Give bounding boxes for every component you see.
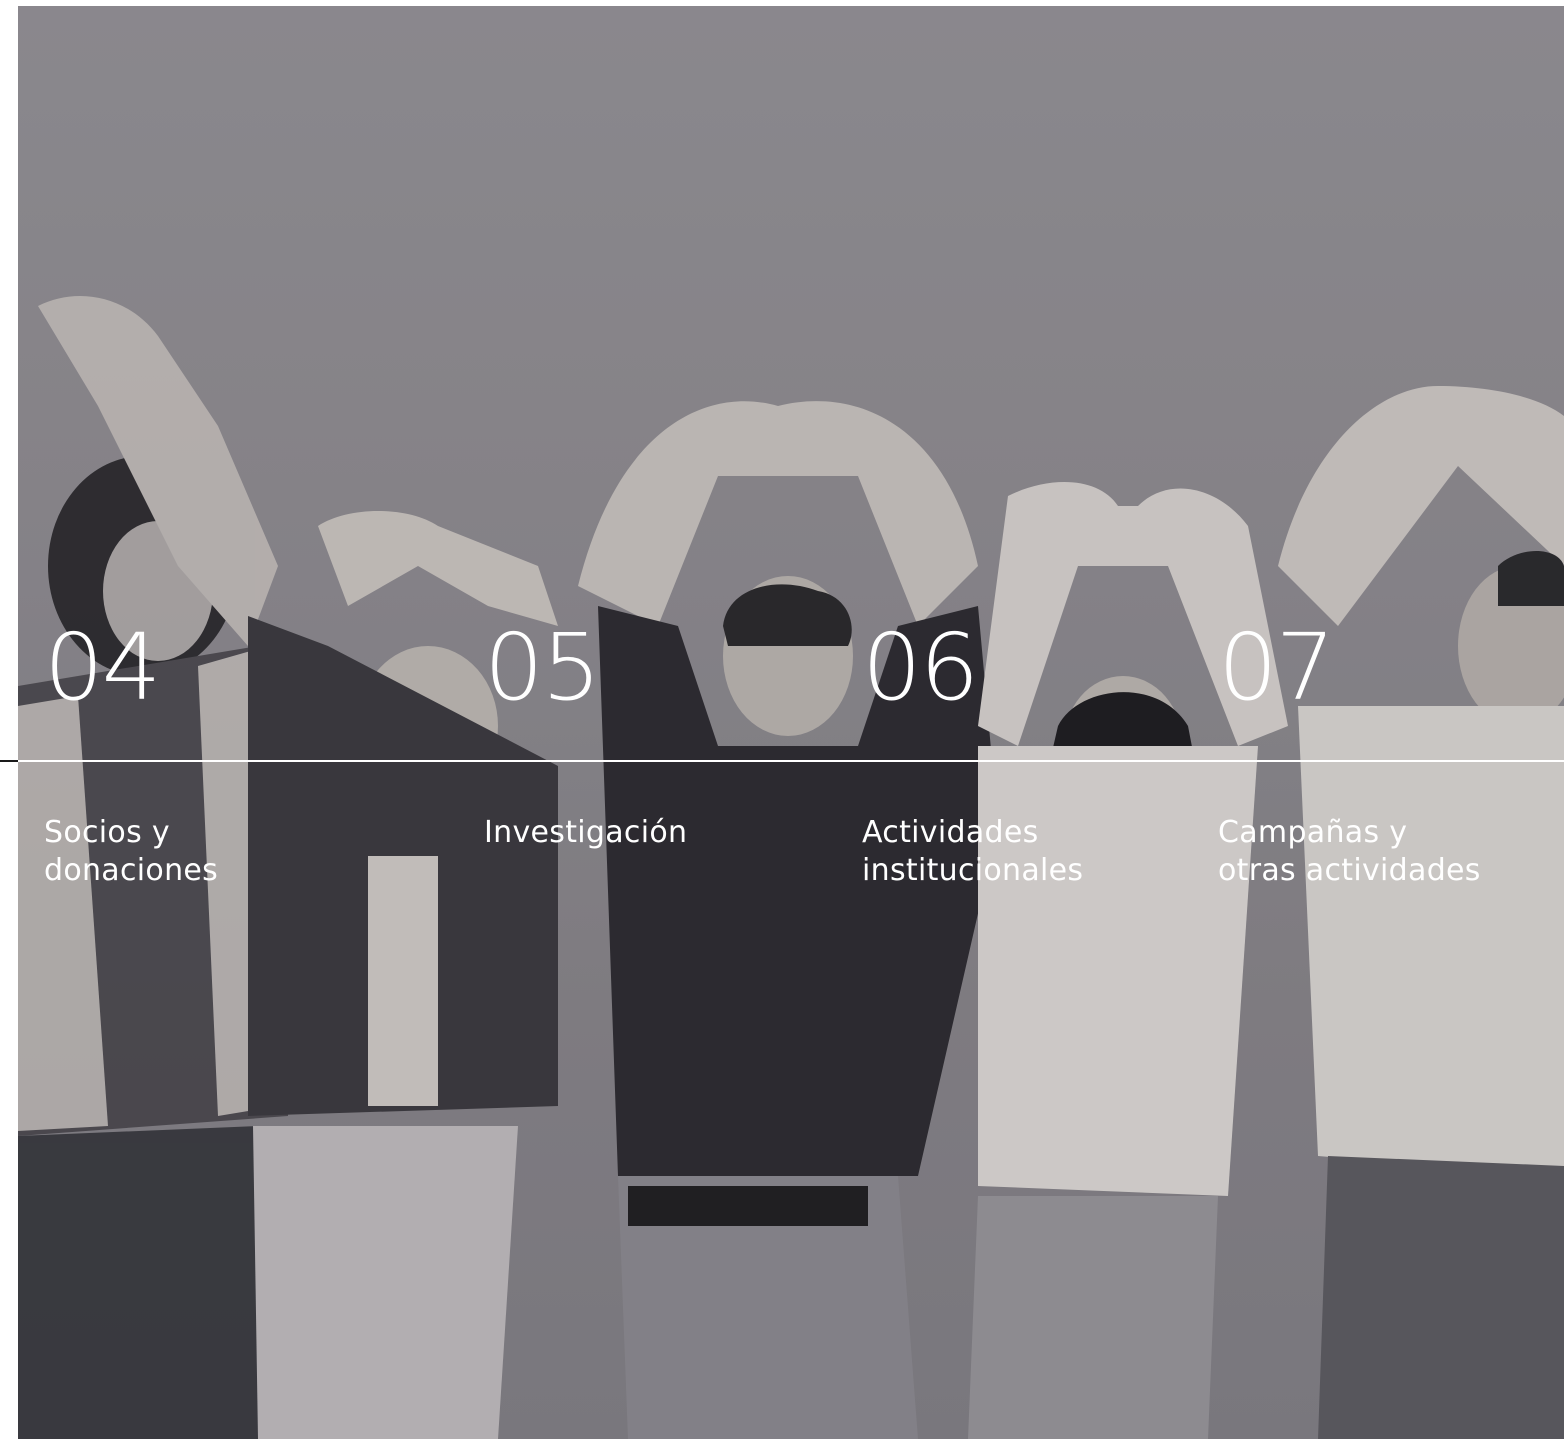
section-label-line: Campañas y xyxy=(1218,815,1408,850)
section-label-line: otras actividades xyxy=(1218,853,1481,888)
section-label: Actividades institucionales xyxy=(862,814,1202,890)
divider-line xyxy=(18,760,1564,762)
section-05[interactable]: 05 Investigación xyxy=(484,614,687,851)
section-label-line: Socios y xyxy=(44,815,170,850)
section-04[interactable]: 04 Socios y donaciones xyxy=(44,614,218,889)
section-number: 04 xyxy=(44,614,161,721)
section-number: 05 xyxy=(484,614,601,721)
divider-left xyxy=(0,760,18,762)
section-number: 07 xyxy=(1218,614,1335,721)
section-label: Investigación xyxy=(484,814,824,852)
page: 04 Socios y donaciones 05 Investigación … xyxy=(0,0,1564,1439)
section-label-line: Investigación xyxy=(484,815,688,850)
section-06[interactable]: 06 Actividades institucionales xyxy=(862,614,1083,889)
section-label: Socios y donaciones xyxy=(44,814,384,890)
section-label-line: institucionales xyxy=(862,853,1084,888)
photo-overlay xyxy=(18,6,1564,1439)
section-label-line: Actividades xyxy=(862,815,1039,850)
section-label: Campañas y otras actividades xyxy=(1218,814,1558,890)
section-07[interactable]: 07 Campañas y otras actividades xyxy=(1218,614,1480,889)
section-label-line: donaciones xyxy=(44,853,219,888)
section-number: 06 xyxy=(862,614,979,721)
group-heart-hands-photo xyxy=(18,6,1564,1439)
